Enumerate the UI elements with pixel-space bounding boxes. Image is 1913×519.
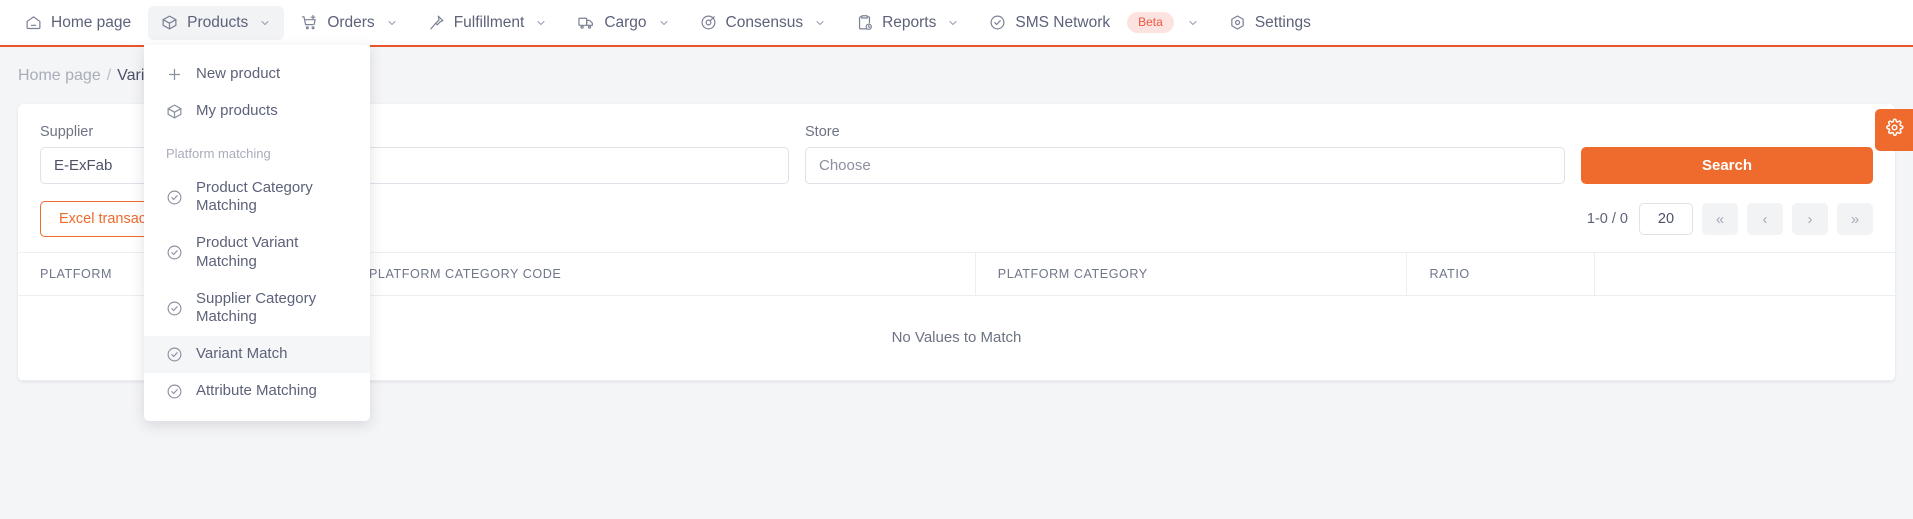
- nav-item-settings[interactable]: Settings: [1216, 6, 1324, 40]
- dropdown-item-attribute-matching[interactable]: Attribute Matching: [144, 373, 370, 410]
- chevron-down-icon: [535, 17, 547, 29]
- page-size-value: 20: [1657, 211, 1675, 227]
- check-circle-icon: [166, 300, 183, 317]
- store-placeholder: Choose: [819, 157, 871, 174]
- dropdown-item-product-variant-matching[interactable]: Product Variant Matching: [144, 225, 370, 281]
- store-label: Store: [805, 124, 840, 140]
- chevron-down-icon: [1187, 17, 1199, 29]
- column-header-platform-category: PLATFORM CATEGORY: [975, 252, 1408, 296]
- dropdown-item-label: Variant Match: [196, 345, 288, 362]
- pin-icon: [428, 14, 445, 31]
- clipboard-clock-icon: [856, 14, 873, 31]
- dropdown-item-new-product[interactable]: New product: [144, 56, 370, 93]
- gear-hex-icon: [1229, 14, 1246, 31]
- nav-item-consensus[interactable]: Consensus: [687, 6, 840, 40]
- nav-label: Cargo: [604, 13, 647, 31]
- nav-label: Settings: [1254, 13, 1311, 31]
- column-header-platform-category-code: PLATFORM CATEGORY CODE: [346, 252, 976, 296]
- pagination-count: 1-0 / 0: [1586, 211, 1628, 227]
- plus-icon: [166, 66, 183, 83]
- check-circle-icon: [166, 383, 183, 400]
- nav-item-sms-network[interactable]: SMS Network Beta: [976, 6, 1211, 40]
- nav-item-orders[interactable]: Orders: [288, 6, 410, 40]
- nav-item-fulfillment[interactable]: Fulfillment: [415, 6, 561, 40]
- beta-badge: Beta: [1127, 12, 1174, 33]
- column-header-ratio: RATIO: [1406, 252, 1596, 296]
- dropdown-item-variant-match[interactable]: Variant Match: [144, 336, 370, 373]
- dropdown-item-label: Product Category Matching: [196, 178, 313, 215]
- truck-icon: [577, 14, 595, 31]
- first-page-button[interactable]: «: [1702, 203, 1738, 235]
- settings-side-tab[interactable]: [1875, 109, 1913, 151]
- products-dropdown-menu: New product My products Platform matchin…: [144, 45, 370, 421]
- nav-item-reports[interactable]: Reports: [843, 6, 972, 40]
- dropdown-item-label: My products: [196, 101, 278, 119]
- check-circle-icon: [166, 189, 183, 206]
- nav-item-cargo[interactable]: Cargo: [564, 6, 682, 40]
- dropdown-item-supplier-category-matching[interactable]: Supplier Category Matching: [144, 281, 370, 337]
- chevron-down-icon: [386, 17, 398, 29]
- next-page-button[interactable]: ›: [1792, 203, 1828, 235]
- dropdown-item-label: New product: [196, 65, 281, 82]
- chevron-down-icon: [658, 17, 670, 29]
- breadcrumb-separator: /: [106, 67, 112, 84]
- nav-label: SMS Network: [1015, 13, 1111, 31]
- nav-label: Reports: [882, 13, 937, 31]
- chevron-down-icon: [814, 17, 826, 29]
- dropdown-item-my-products[interactable]: My products: [144, 93, 370, 130]
- prev-page-button[interactable]: ‹: [1747, 203, 1783, 235]
- nav-label: Home page: [51, 13, 132, 31]
- gear-icon: [1885, 118, 1904, 142]
- dropdown-section-label: Platform matching: [166, 145, 271, 161]
- top-navigation: Home page Products Orders Fulfillment Ca…: [0, 0, 1913, 45]
- box-icon: [166, 103, 183, 120]
- store-field-group: Store Choose: [805, 124, 1565, 184]
- nav-label: Products: [187, 13, 249, 31]
- middle-field-group: [338, 140, 789, 184]
- dropdown-item-product-category-matching[interactable]: Product Category Matching: [144, 170, 370, 226]
- nav-item-home-page[interactable]: Home page: [12, 6, 144, 40]
- chevron-down-icon: [947, 17, 959, 29]
- supplier-value: E-ExFab: [54, 157, 113, 174]
- check-circle-icon: [166, 346, 183, 363]
- target-icon: [700, 14, 717, 31]
- chevron-down-icon: [259, 17, 271, 29]
- page-size-input[interactable]: 20: [1639, 203, 1693, 235]
- dropdown-item-label: Product Variant Matching: [196, 234, 299, 270]
- check-circle-icon: [166, 244, 183, 261]
- search-button[interactable]: Search: [1581, 147, 1873, 184]
- check-circle-icon: [989, 14, 1006, 31]
- home-icon: [25, 14, 42, 31]
- dropdown-item-label: Supplier Category Matching: [196, 289, 317, 326]
- nav-label: Consensus: [725, 13, 804, 31]
- pagination: 1-0 / 0 20 « ‹ › »: [1587, 203, 1873, 235]
- nav-label: Fulfillment: [453, 13, 525, 31]
- nav-item-products[interactable]: Products: [148, 5, 285, 40]
- column-header-actions: [1594, 252, 1895, 296]
- dropdown-item-label: Attribute Matching: [196, 381, 317, 399]
- last-page-button[interactable]: »: [1837, 203, 1873, 235]
- cart-plus-icon: [301, 14, 318, 31]
- breadcrumb-root[interactable]: Home page: [18, 67, 101, 85]
- store-input[interactable]: Choose: [805, 147, 1565, 184]
- middle-input[interactable]: [338, 147, 789, 184]
- box-icon: [161, 14, 178, 31]
- nav-label: Orders: [327, 13, 375, 31]
